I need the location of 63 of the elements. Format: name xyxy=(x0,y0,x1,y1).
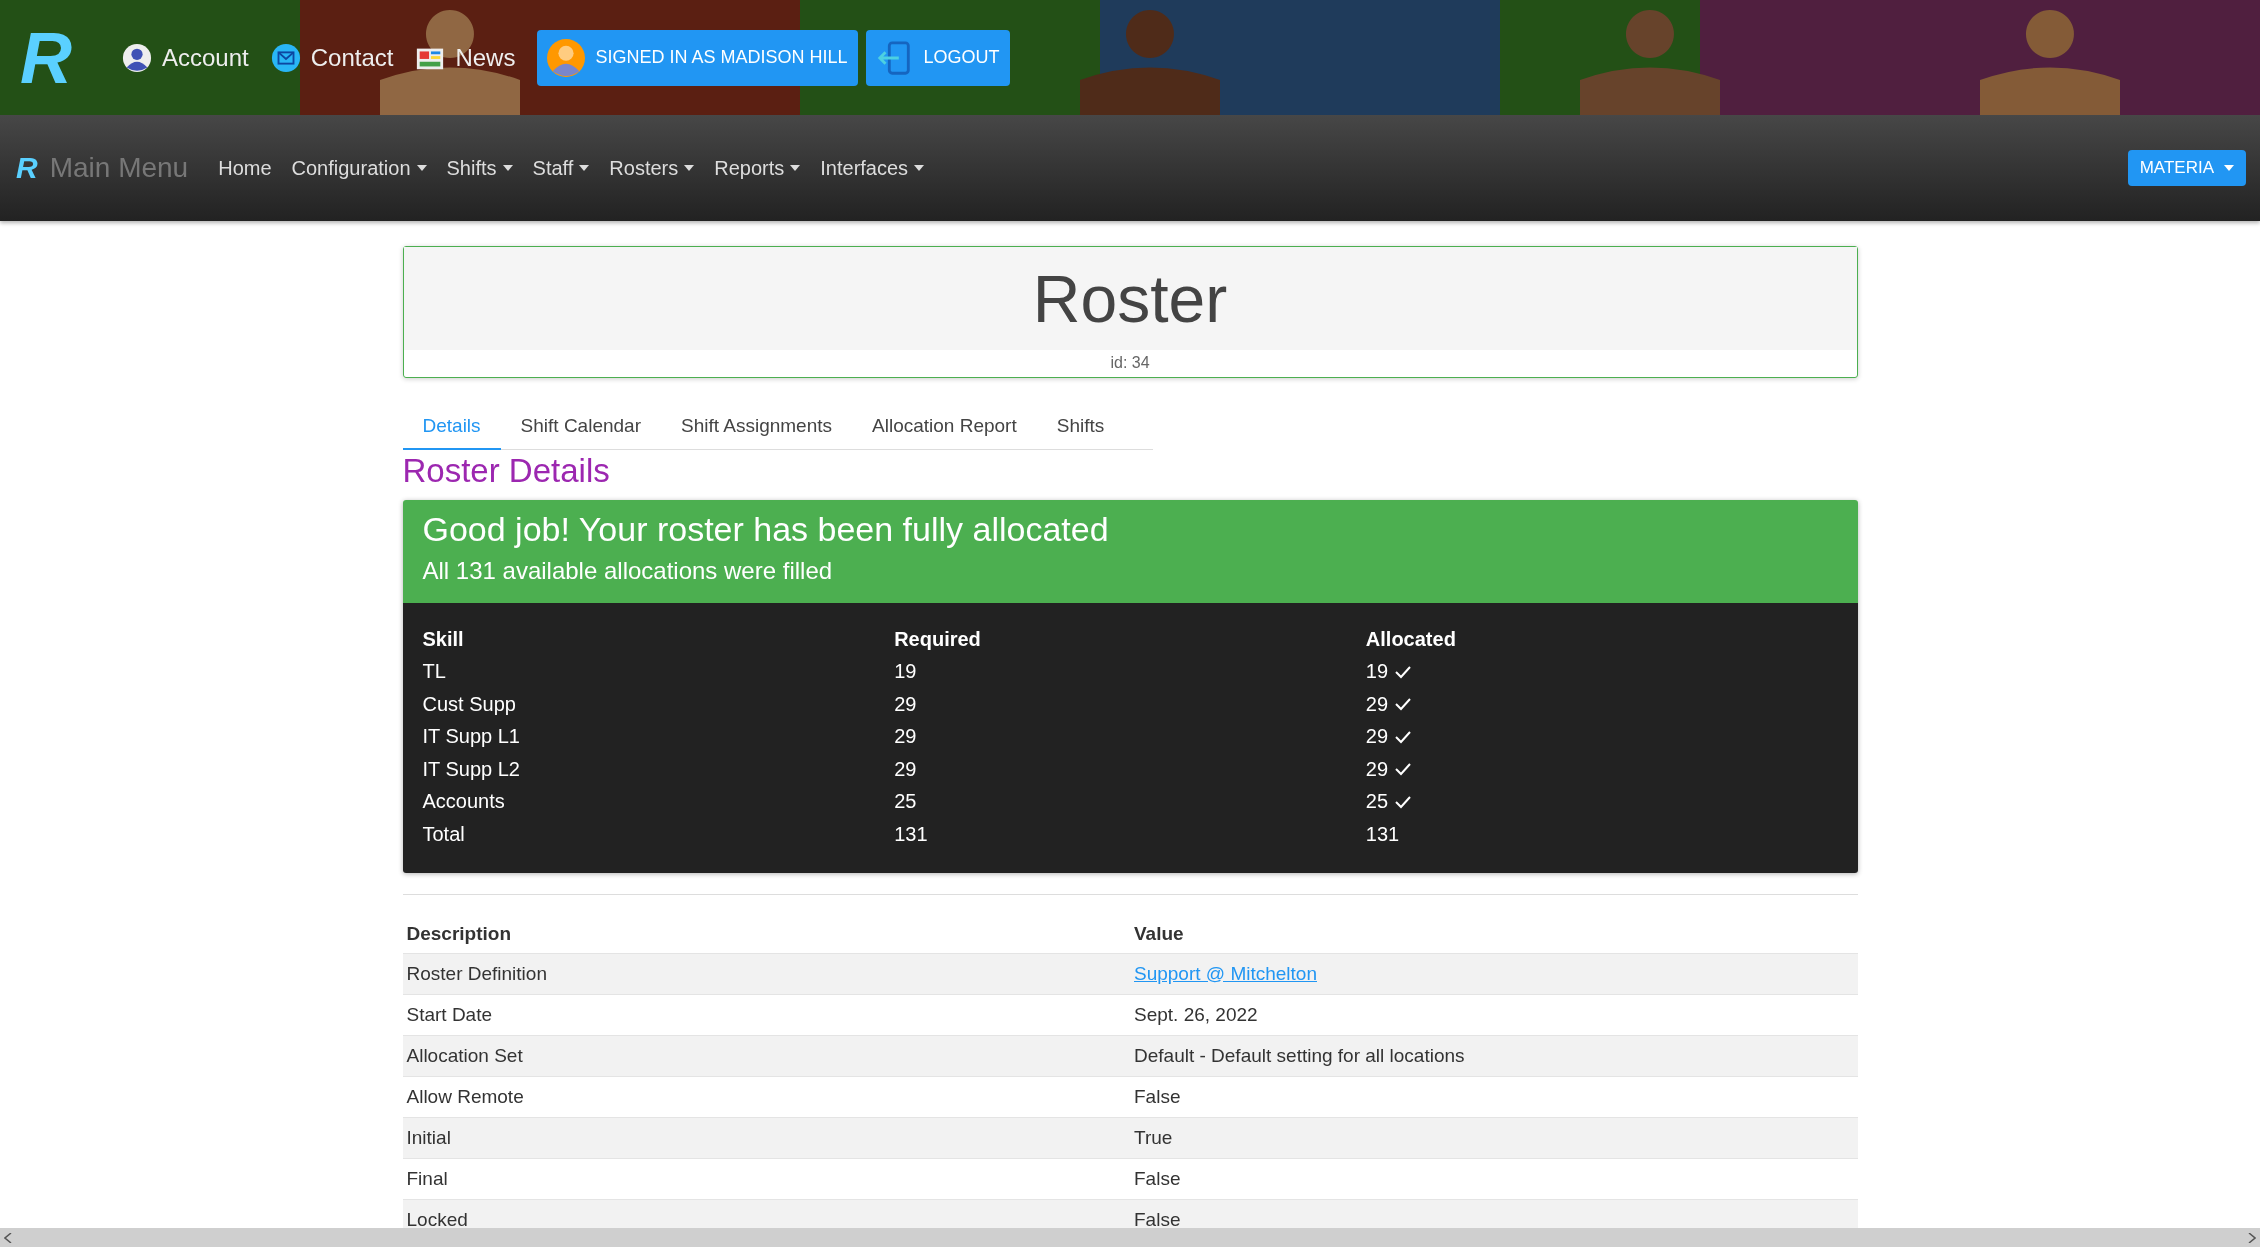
table-cell: Start Date xyxy=(406,1003,493,1025)
table-cell: Allow Remote xyxy=(406,1085,524,1107)
table-cell: Initial xyxy=(406,1126,451,1148)
tab[interactable]: Shift Assignments xyxy=(661,405,852,450)
column-header: Skill xyxy=(422,627,465,651)
table-cell: 29 xyxy=(1365,692,1389,716)
tab[interactable]: Allocation Report xyxy=(852,405,1037,450)
logo[interactable]: R xyxy=(16,151,38,185)
tab[interactable]: Shifts xyxy=(1036,405,1125,450)
nav-item[interactable]: Reports xyxy=(714,156,801,180)
table-cell: 29 xyxy=(1365,757,1389,781)
table-cell: False xyxy=(1134,1208,1181,1230)
nav-item[interactable]: Shifts xyxy=(446,156,513,180)
logo[interactable]: R xyxy=(20,21,72,94)
avatar-icon xyxy=(547,38,586,77)
nav-item[interactable]: Home xyxy=(218,156,272,180)
scroll-left-icon[interactable] xyxy=(4,1232,12,1243)
caret-icon xyxy=(2224,165,2234,171)
table-cell: Sept. 26, 2022 xyxy=(1134,1003,1258,1025)
table-cell-text: TL xyxy=(422,660,447,684)
table-cell: False xyxy=(1134,1085,1181,1107)
column-header: Required xyxy=(894,627,982,651)
id-label: id: 34 xyxy=(1109,353,1151,373)
table-cell: 131 xyxy=(1365,822,1400,846)
table-cell-text: 29 xyxy=(894,692,918,716)
table-cell: Roster Definition xyxy=(406,962,547,984)
table-cell: Final xyxy=(406,1167,448,1189)
mail-icon xyxy=(270,42,301,73)
table-cell-text: 29 xyxy=(894,757,918,781)
header-link[interactable]: Account xyxy=(122,42,249,73)
scroll-right-icon[interactable] xyxy=(2248,1232,2256,1243)
account-icon xyxy=(122,42,152,73)
nav-item[interactable]: Configuration xyxy=(291,156,427,180)
alert-message: All 131 available allocations were filled xyxy=(422,557,834,585)
table-cell: Default - Default setting for all locations xyxy=(1134,1044,1465,1066)
table-cell: 19 xyxy=(1365,660,1389,684)
column-header: Value xyxy=(1133,922,1185,945)
column-header: Allocated xyxy=(1365,627,1457,651)
column-header: Description xyxy=(405,922,513,945)
table-cell-text: 25 xyxy=(894,790,918,814)
table-cell: Allocation Set xyxy=(406,1044,523,1066)
table-cell-text: 131 xyxy=(894,822,929,846)
table-cell: 25 xyxy=(1365,790,1389,814)
table-cell-text: IT Supp L1 xyxy=(422,725,521,749)
tab[interactable]: Shift Calendar xyxy=(500,405,661,450)
table-cell-text: 19 xyxy=(894,660,918,684)
table-cell-text: IT Supp L2 xyxy=(422,757,521,781)
table-cell-text: Cust Supp xyxy=(422,692,517,716)
nav-item[interactable]: Staff xyxy=(532,156,590,180)
table-cell: False xyxy=(1134,1167,1181,1189)
alert-heading: Good job! Your roster has been fully allocated xyxy=(422,510,1110,549)
table-cell: True xyxy=(1134,1126,1173,1148)
nav-item[interactable]: Interfaces xyxy=(820,156,925,180)
header-link[interactable]: Contact xyxy=(270,42,394,73)
nav-item[interactable]: Rosters xyxy=(609,156,695,180)
table-cell-text: Accounts xyxy=(422,790,506,814)
table-cell-text: 29 xyxy=(894,725,918,749)
page-title: Roster xyxy=(1032,260,1228,337)
table-cell: 29 xyxy=(1365,725,1389,749)
horizontal-scrollbar[interactable] xyxy=(0,1228,2260,1247)
table-cell: Locked xyxy=(406,1208,468,1230)
section-title: Roster Details xyxy=(402,452,611,490)
table-cell-text: Total xyxy=(422,822,466,846)
